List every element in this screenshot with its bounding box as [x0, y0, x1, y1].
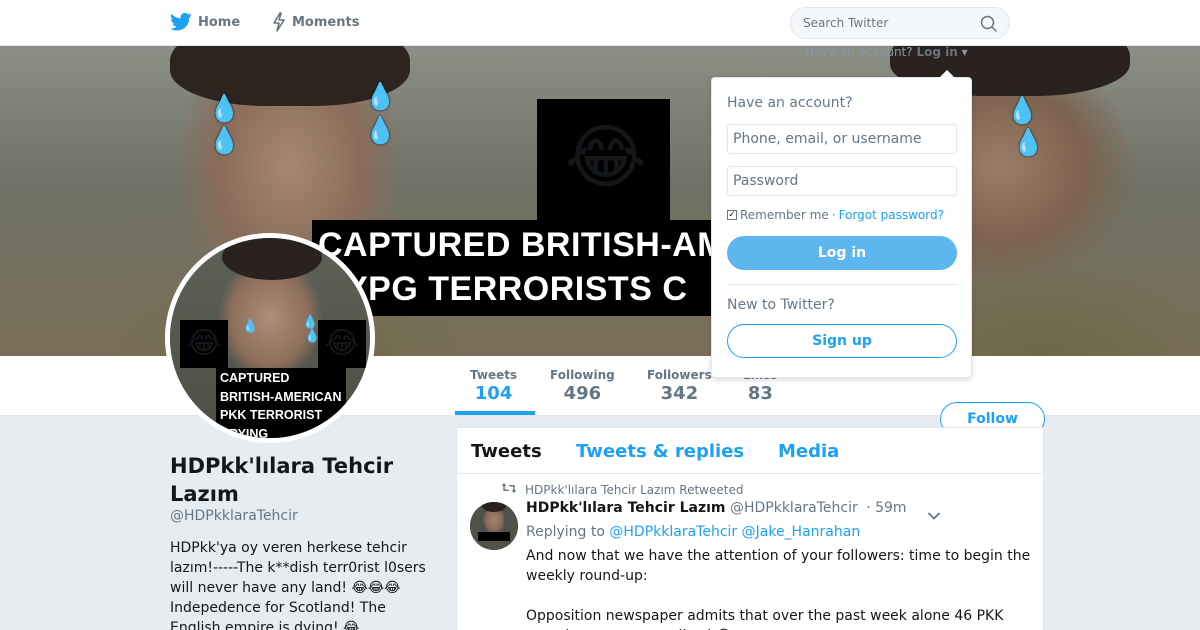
remember-checkbox[interactable]: ✓	[727, 210, 737, 220]
replying-prefix: Replying to	[526, 524, 605, 540]
nav-home-label: Home	[198, 14, 241, 30]
avatar-caption: CAPTURED BRITISH-AMERICAN PKK TERRORIST …	[216, 368, 346, 438]
retweet-label: HDPkk'lılara Tehcir Lazım Retweeted	[525, 482, 744, 497]
forgot-password-link[interactable]: Forgot password?	[839, 208, 944, 222]
search-box[interactable]	[790, 7, 1010, 39]
remember-label: Remember me	[740, 208, 829, 222]
tweet-replying-to: Replying to @HDPkklaraTehcir @Jake_Hanra…	[526, 524, 860, 540]
tweet-avatar-caption-band	[478, 532, 510, 541]
timeline-tabs: Tweets Tweets & replies Media	[457, 428, 1043, 474]
stat-value: 342	[660, 383, 699, 404]
avatar-figure	[222, 238, 322, 280]
profile-handle[interactable]: @HDPkklaraTehcir	[170, 508, 298, 524]
tear-icon: 💧	[302, 315, 319, 330]
login-title: Have an account?	[727, 95, 853, 111]
username-field[interactable]	[727, 124, 957, 154]
new-to-twitter-label: New to Twitter?	[727, 297, 835, 313]
login-trigger[interactable]: Have an account? Log in ▾	[805, 45, 968, 59]
search-input[interactable]	[803, 16, 973, 30]
nav-home-link[interactable]: Home	[170, 12, 240, 32]
retweet-context: HDPkk'lılara Tehcir Lazım Retweeted	[501, 482, 743, 497]
stat-following[interactable]: Following 496	[550, 368, 615, 404]
password-field[interactable]	[727, 166, 957, 196]
profile-name: HDPkk'lılara Tehcir Lazım	[170, 454, 394, 506]
top-navigation-bar: Home Moments	[0, 0, 1200, 46]
tear-icon: 💧	[1012, 128, 1045, 158]
tear-icon: 💧	[304, 329, 321, 344]
tear-icon: 💧	[364, 116, 397, 146]
tear-icon: 💧	[242, 319, 259, 334]
retweet-icon	[501, 482, 517, 497]
search-icon[interactable]	[980, 15, 998, 37]
laughing-emoji-icon: 😂	[565, 116, 647, 198]
stat-label: Followers	[647, 368, 712, 382]
mention-link[interactable]: @HDPkklaraTehcir	[609, 524, 737, 540]
tear-icon: 💧	[1006, 96, 1039, 126]
stat-label: Tweets	[470, 368, 518, 382]
lightning-icon	[272, 12, 286, 32]
stat-value: 104	[474, 383, 513, 404]
login-dropdown: Have an account? ✓ Remember me · Forgot …	[711, 70, 972, 378]
nav-moments-link[interactable]: Moments	[272, 12, 359, 32]
nav-moments-label: Moments	[292, 14, 360, 30]
tab-tweets-and-replies[interactable]: Tweets & replies	[576, 441, 744, 462]
signup-button[interactable]: Sign up	[727, 324, 957, 358]
stat-tweets[interactable]: Tweets 104	[470, 368, 517, 404]
tab-tweets[interactable]: Tweets	[471, 441, 542, 462]
login-trigger-label[interactable]: Log in	[916, 45, 957, 59]
profile-bio: HDPkk'ya oy veren herkese tehcir lazım!-…	[170, 540, 426, 630]
stat-label: Following	[550, 368, 615, 382]
tweet-avatar[interactable]	[470, 502, 518, 550]
tab-media[interactable]: Media	[778, 441, 839, 462]
divider	[727, 284, 957, 285]
stat-value: 83	[747, 383, 773, 404]
active-stat-underline	[455, 411, 535, 415]
tweet-text: And now that we have the attention of yo…	[526, 548, 1031, 630]
mention-link[interactable]: @Jake_Hanrahan	[742, 524, 861, 540]
separator-dot: ·	[831, 208, 836, 222]
caret-down-icon: ▾	[961, 45, 968, 59]
login-button[interactable]: Log in	[727, 236, 957, 270]
header-caption-line1: CAPTURED BRITISH-AM	[318, 226, 727, 264]
laughing-emoji-icon: 😂	[180, 320, 228, 368]
tear-icon: 💧	[208, 126, 241, 156]
laughing-emoji-icon: 😂	[318, 320, 366, 368]
twitter-bird-icon	[170, 12, 192, 32]
tweet-timestamp[interactable]: · 59m	[866, 500, 906, 516]
tear-icon: 💧	[364, 82, 397, 112]
login-trigger-prefix: Have an account?	[805, 45, 913, 59]
stat-value: 496	[563, 383, 602, 404]
remember-row: ✓ Remember me · Forgot password?	[727, 208, 944, 222]
profile-avatar[interactable]: 😂 😂 💧 💧 💧 CAPTURED BRITISH-AMERICAN PKK …	[165, 233, 375, 443]
chevron-down-icon[interactable]	[927, 506, 941, 525]
header-caption-band: CAPTURED BRITISH-AM K/YPG TERRORISTS C	[312, 220, 732, 316]
tweet-header: HDPkk'lılara Tehcir Lazım @HDPkklaraTehc…	[526, 500, 907, 516]
tear-icon: 💧	[208, 94, 241, 124]
tweet-author-handle[interactable]: @HDPkklaraTehcir	[730, 500, 858, 516]
tweet-author-name[interactable]: HDPkk'lılara Tehcir Lazım	[526, 500, 726, 516]
stat-followers[interactable]: Followers 342	[647, 368, 712, 404]
timeline: Tweets Tweets & replies Media HDPkk'lıla…	[456, 427, 1044, 630]
